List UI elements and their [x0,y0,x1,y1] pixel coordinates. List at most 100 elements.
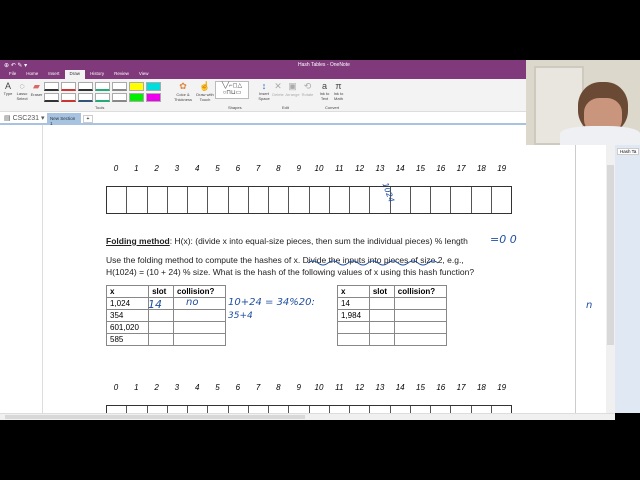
lasso-select-button[interactable]: ◌ Lasso Select [15,81,29,101]
folding-method-heading: Folding method: H(x): (divide x into equ… [106,236,468,246]
pen-swatch[interactable] [112,82,127,91]
add-section-button[interactable]: + [83,115,93,123]
array-slot [289,187,310,213]
hash-table-array-top [106,186,512,214]
ink-slot-14: 14 [148,298,162,311]
shapes-gallery[interactable]: ╲╱⌐◻△ ○⊓⊔▭ [215,81,249,99]
tab-home[interactable]: Home [21,70,43,79]
array-slot [492,187,511,213]
array-slot [229,187,249,213]
array-slot [370,406,391,413]
array-slot [148,406,168,413]
color-thickness-button[interactable]: ✿ Color & Thickness [172,81,194,102]
table-row: 1,024 [105,297,226,310]
tab-file[interactable]: File [4,70,21,79]
pen-swatch[interactable] [44,82,59,91]
column-header: x [105,285,150,298]
table-cell [173,333,226,346]
array-slot [310,187,330,213]
array-slot [451,187,472,213]
quick-access-icons[interactable]: ⊕ ↶ ✎ ▾ [4,62,27,69]
tab-review[interactable]: Review [109,70,134,79]
tab-draw[interactable]: Draw [64,70,86,79]
pen-swatch[interactable] [61,82,76,91]
index-label: 16 [436,383,446,392]
values-table-1: x slot collision? 1,024 354 601,020 585 [105,285,226,346]
index-label: 6 [235,383,241,392]
index-label: 9 [296,164,301,173]
index-label: 13 [375,383,385,392]
webcam-video [526,60,640,145]
pen-swatch[interactable] [129,93,144,102]
draw-with-touch-button[interactable]: ☝ Draw with Touch [194,81,216,102]
ink-calculation-2: 35+4 [228,311,253,321]
horizontal-scrollbar[interactable] [0,413,615,420]
array-slot [310,406,330,413]
table-row: 354 [105,309,226,322]
tab-history[interactable]: History [85,70,109,79]
pen-swatch[interactable] [61,93,76,102]
table-cell: 354 [105,309,150,322]
table-row: 601,020 [105,321,226,334]
column-header: x [337,285,370,298]
window-title: Hash Tables - OneNote [298,62,350,68]
eraser-button[interactable]: ▰ Eraser [30,81,43,97]
table-cell [368,297,395,310]
rotate-button[interactable]: ⟲ Rotate [301,81,314,97]
index-label: 15 [416,164,425,173]
table-cell [393,321,448,334]
array-slot [269,187,290,213]
pen-swatch[interactable] [95,93,110,102]
left-margin [0,125,43,413]
table-cell [337,333,370,346]
index-label: 19 [497,164,507,173]
pen-swatch[interactable] [95,82,110,91]
type-button[interactable]: A Type [2,81,14,96]
table-cell [148,333,174,346]
section-tab[interactable]: New Section 1 [47,113,81,126]
pen-swatch[interactable] [146,82,161,91]
index-label: 1 [134,383,139,392]
page-list-pane: Hash Ta [615,145,640,413]
table-row: 585 [105,333,226,346]
ink-to-text-button[interactable]: a Ink to Text [318,81,331,101]
pen-swatch[interactable] [129,82,144,91]
pen-swatch[interactable] [112,93,127,102]
table-cell [368,309,395,322]
column-header: collision? [393,285,448,298]
arrange-button[interactable]: ▣ Arrange [285,81,300,97]
index-label: 1 [134,164,139,173]
notebook-selector[interactable]: ▤ CSC231 ▾ [4,114,45,122]
group-label-edit: Edit [282,105,289,110]
vertical-scrollbar[interactable] [606,125,615,413]
index-label: 8 [276,164,281,173]
table-cell [393,309,448,322]
tab-insert[interactable]: Insert [43,70,64,79]
page-tab-hash-tables[interactable]: Hash Ta [617,148,640,155]
index-label: 11 [335,164,344,173]
index-label: 16 [436,164,446,173]
ink-calculation-1: 10+24 = 34%20: [228,297,315,308]
array-slot [411,406,431,413]
ink-wavy-underline [307,260,439,266]
section-bar: ▤ CSC231 ▾ New Section 1 + [0,112,526,126]
hash-table-array-bottom [106,405,512,413]
table-cell: 1,024 [105,297,150,310]
pen-swatch[interactable] [78,82,93,91]
table-cell [148,321,174,334]
index-label: 10 [314,383,324,392]
ink-to-math-button[interactable]: π Ink to Math [332,81,345,101]
tab-view[interactable]: View [134,70,154,79]
pen-swatch[interactable] [78,93,93,102]
array-slot [431,187,452,213]
page-boundary [575,125,576,413]
index-label: 17 [456,164,466,173]
pen-swatch[interactable] [146,93,161,102]
array-slot [411,187,431,213]
delete-button[interactable]: ✕ Delete [272,81,284,97]
array-slot [127,187,148,213]
pen-swatch[interactable] [44,93,59,102]
insert-space-button[interactable]: ↕ Insert Space [257,81,271,101]
table-cell [173,297,226,310]
array-slot [350,187,371,213]
